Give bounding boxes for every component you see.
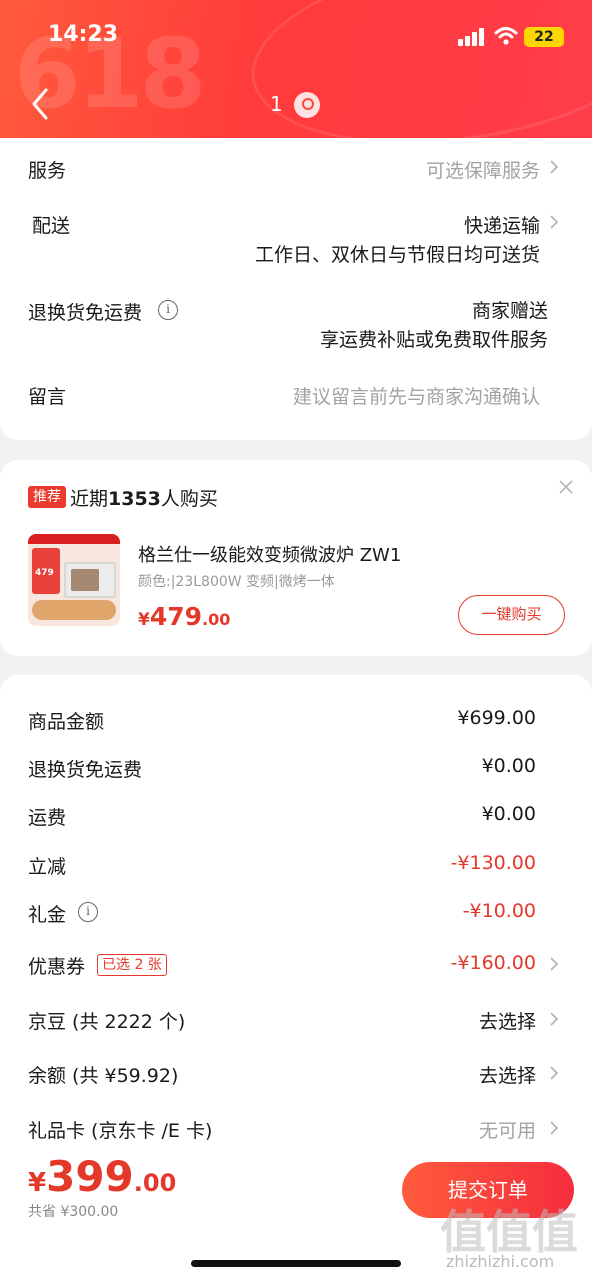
balance-value[interactable]: 去选择 xyxy=(479,1061,536,1088)
location-pin-icon[interactable] xyxy=(294,92,320,118)
instant-discount-label: 立减 xyxy=(28,856,67,878)
home-indicator[interactable] xyxy=(191,1260,401,1267)
message-input[interactable]: 建议留言前先与商家沟通确认 xyxy=(293,382,540,409)
delivery-sub: 工作日、双休日与节假日均可送货 xyxy=(254,244,540,266)
return-fee-label: 退换货免运费 xyxy=(28,759,143,781)
chevron-right-icon[interactable] xyxy=(548,955,560,973)
site-watermark: 值 值 值 zhizhizhi.com xyxy=(440,1205,578,1271)
page-indicator: 1 xyxy=(270,92,283,116)
product-thumbnail[interactable]: 479 xyxy=(28,534,120,626)
status-time: 14:23 xyxy=(48,22,119,47)
gift-money-label: 礼金 xyxy=(28,904,67,926)
service-value[interactable]: 可选保障服务 xyxy=(426,156,540,183)
message-label: 留言 xyxy=(28,386,67,408)
balance-label: 余额 (共 ¥59.92) xyxy=(28,1065,179,1087)
jd-beans-label: 京豆 (共 2222 个) xyxy=(28,1011,186,1033)
wifi-icon xyxy=(494,27,518,45)
gift-card-label: 礼品卡 (京东卡 /E 卡) xyxy=(28,1120,213,1142)
chevron-right-icon[interactable] xyxy=(548,1064,560,1082)
header-banner: 618 xyxy=(0,0,592,140)
chevron-right-icon[interactable] xyxy=(548,158,560,176)
shipping-label: 运费 xyxy=(28,807,67,829)
return-shipping-sub: 享运费补贴或免费取件服务 xyxy=(319,329,548,351)
header-decoration xyxy=(239,0,592,140)
total-price: ¥399.00 xyxy=(28,1152,177,1201)
goods-amount-value: ¥699.00 xyxy=(457,707,536,729)
coupon-value[interactable]: -¥160.00 xyxy=(451,952,536,974)
close-icon[interactable] xyxy=(557,478,575,496)
coupon-label: 优惠券 xyxy=(28,956,86,978)
return-shipping-value: 商家赠送 xyxy=(471,300,548,322)
chevron-right-icon[interactable] xyxy=(548,1119,560,1137)
cellular-signal-icon xyxy=(458,28,486,46)
info-icon[interactable]: i xyxy=(158,300,178,320)
delivery-label: 配送 xyxy=(32,215,71,237)
product-price: ¥479.00 xyxy=(138,602,231,631)
recommend-title: 近期1353人购买 xyxy=(70,488,218,510)
jd-beans-value[interactable]: 去选择 xyxy=(479,1007,536,1034)
coupon-selected-badge: 已选 2 张 xyxy=(97,954,167,976)
one-click-buy-button[interactable]: 一键购买 xyxy=(458,595,565,635)
instant-discount-value: -¥130.00 xyxy=(450,852,536,874)
saved-amount: 共省 ¥300.00 xyxy=(28,1204,119,1220)
recommend-count: 1353 xyxy=(108,488,161,510)
battery-icon: 22 xyxy=(524,27,564,47)
service-label: 服务 xyxy=(28,160,67,182)
chevron-right-icon[interactable] xyxy=(548,213,560,231)
goods-amount-label: 商品金额 xyxy=(28,711,105,733)
thumb-price: 479 xyxy=(35,568,54,578)
back-arrow-icon[interactable] xyxy=(28,86,52,122)
product-name[interactable]: 格兰仕一级能效变频微波炉 ZW1 xyxy=(138,541,401,567)
delivery-value[interactable]: 快递运输 xyxy=(464,211,540,238)
shipping-value: ¥0.00 xyxy=(481,803,536,825)
info-icon[interactable]: i xyxy=(78,902,98,922)
gift-card-value[interactable]: 无可用 xyxy=(479,1116,536,1143)
gift-money-value: -¥10.00 xyxy=(462,900,536,922)
battery-level: 22 xyxy=(534,29,554,45)
return-fee-value: ¥0.00 xyxy=(481,755,536,777)
recommend-tag: 推荐 xyxy=(28,486,66,508)
chevron-right-icon[interactable] xyxy=(548,1010,560,1028)
return-shipping-label: 退换货免运费 xyxy=(28,302,143,324)
product-spec: 颜色:|23L800W 变频|微烤一体 xyxy=(138,574,335,590)
